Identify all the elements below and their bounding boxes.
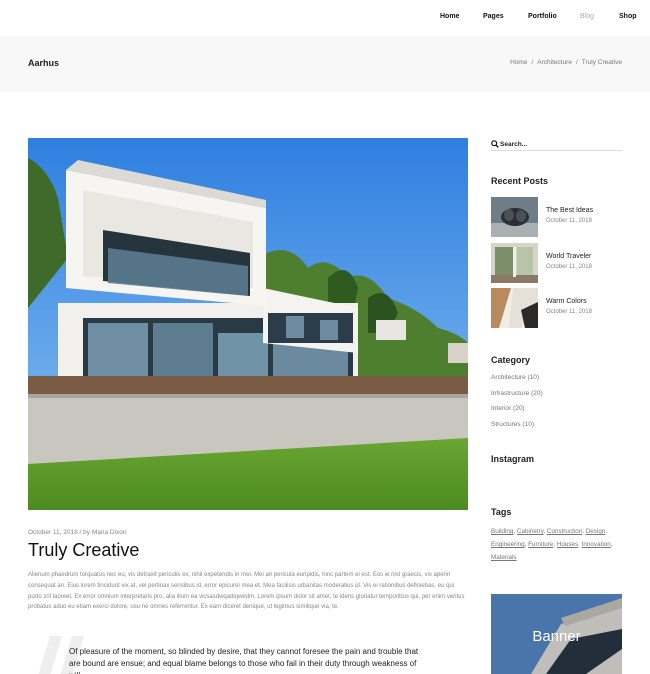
tag-link[interactable]: Materials (491, 554, 517, 561)
recent-post-title[interactable]: Warm Colors (546, 298, 587, 305)
recent-post-title[interactable]: World Traveler (546, 253, 591, 260)
category-title: Category (491, 355, 531, 365)
page-title-bar: Aarhus Home / Architecture / Truly Creative (0, 36, 650, 92)
breadcrumb-separator: / (531, 59, 534, 66)
top-navigation: Home Pages Portfolio Blog Shop (0, 0, 650, 36)
breadcrumb-architecture[interactable]: Architecture (537, 59, 572, 66)
breadcrumb-home[interactable]: Home (510, 59, 527, 66)
nav-portfolio[interactable]: Portfolio (528, 13, 557, 20)
house-illustration (28, 138, 468, 510)
banner-label: Banner (532, 628, 581, 645)
post-title: Truly Creative (28, 540, 140, 560)
nav-blog[interactable]: Blog (580, 13, 594, 20)
tags-title: Tags (491, 507, 512, 517)
blockquote: Of pleasure of the moment, so blinded by… (69, 647, 419, 674)
recent-post-date: October 11, 2018 (546, 309, 592, 315)
breadcrumb: Home / Architecture / Truly Creative (510, 59, 622, 66)
search-input[interactable] (500, 139, 618, 149)
post-featured-image (28, 138, 468, 510)
category-item[interactable]: Infrastructure (20) (491, 390, 543, 397)
breadcrumb-separator: / (575, 59, 578, 66)
tag-cloud: Building, Cabinetry, Construction, Desig… (491, 528, 613, 561)
tag-link[interactable]: Building (491, 528, 513, 535)
nav-pages[interactable]: Pages (483, 13, 504, 20)
sidebar-banner[interactable]: Banner (491, 594, 622, 674)
post-thumbnail (491, 243, 538, 283)
post-thumbnail (491, 197, 538, 237)
search-icon[interactable] (491, 140, 499, 148)
tag-link[interactable]: Cabinetry (517, 528, 543, 535)
recent-post-item[interactable]: World Traveler October 11, 2018 (491, 243, 622, 283)
tag-link[interactable]: Design (586, 528, 606, 535)
recent-posts-title: Recent Posts (491, 176, 549, 186)
tag-link[interactable]: Innovation (582, 541, 611, 548)
post-thumbnail (491, 288, 538, 328)
recent-post-date: October 11, 2018 (546, 264, 592, 270)
recent-post-title[interactable]: The Best Ideas (546, 207, 593, 214)
post-body: Alienum phaedrum torquatos nec eu, vis d… (28, 572, 465, 611)
tag-link[interactable]: Houses (557, 541, 578, 548)
recent-post-date: October 11, 2018 (546, 218, 592, 224)
instagram-title: Instagram (491, 454, 535, 464)
page-title: Aarhus (28, 58, 60, 68)
recent-post-item[interactable]: Warm Colors October 11, 2018 (491, 288, 622, 328)
nav-home[interactable]: Home (440, 13, 459, 20)
category-item[interactable]: Architecture (10) (491, 374, 539, 381)
post-meta: October 11, 2018 / by Maria Dixon (28, 529, 127, 536)
search-box (491, 139, 622, 151)
tag-link[interactable]: Furniture (528, 541, 553, 548)
category-item[interactable]: Structures (10) (491, 421, 534, 428)
tag-link[interactable]: Engineering (491, 541, 525, 548)
breadcrumb-current: Truly Creative (581, 59, 622, 66)
category-item[interactable]: Interior (20) (491, 405, 525, 412)
recent-post-item[interactable]: The Best Ideas October 11, 2018 (491, 197, 622, 237)
tag-link[interactable]: Construction (547, 528, 582, 535)
nav-shop[interactable]: Shop (619, 13, 637, 20)
